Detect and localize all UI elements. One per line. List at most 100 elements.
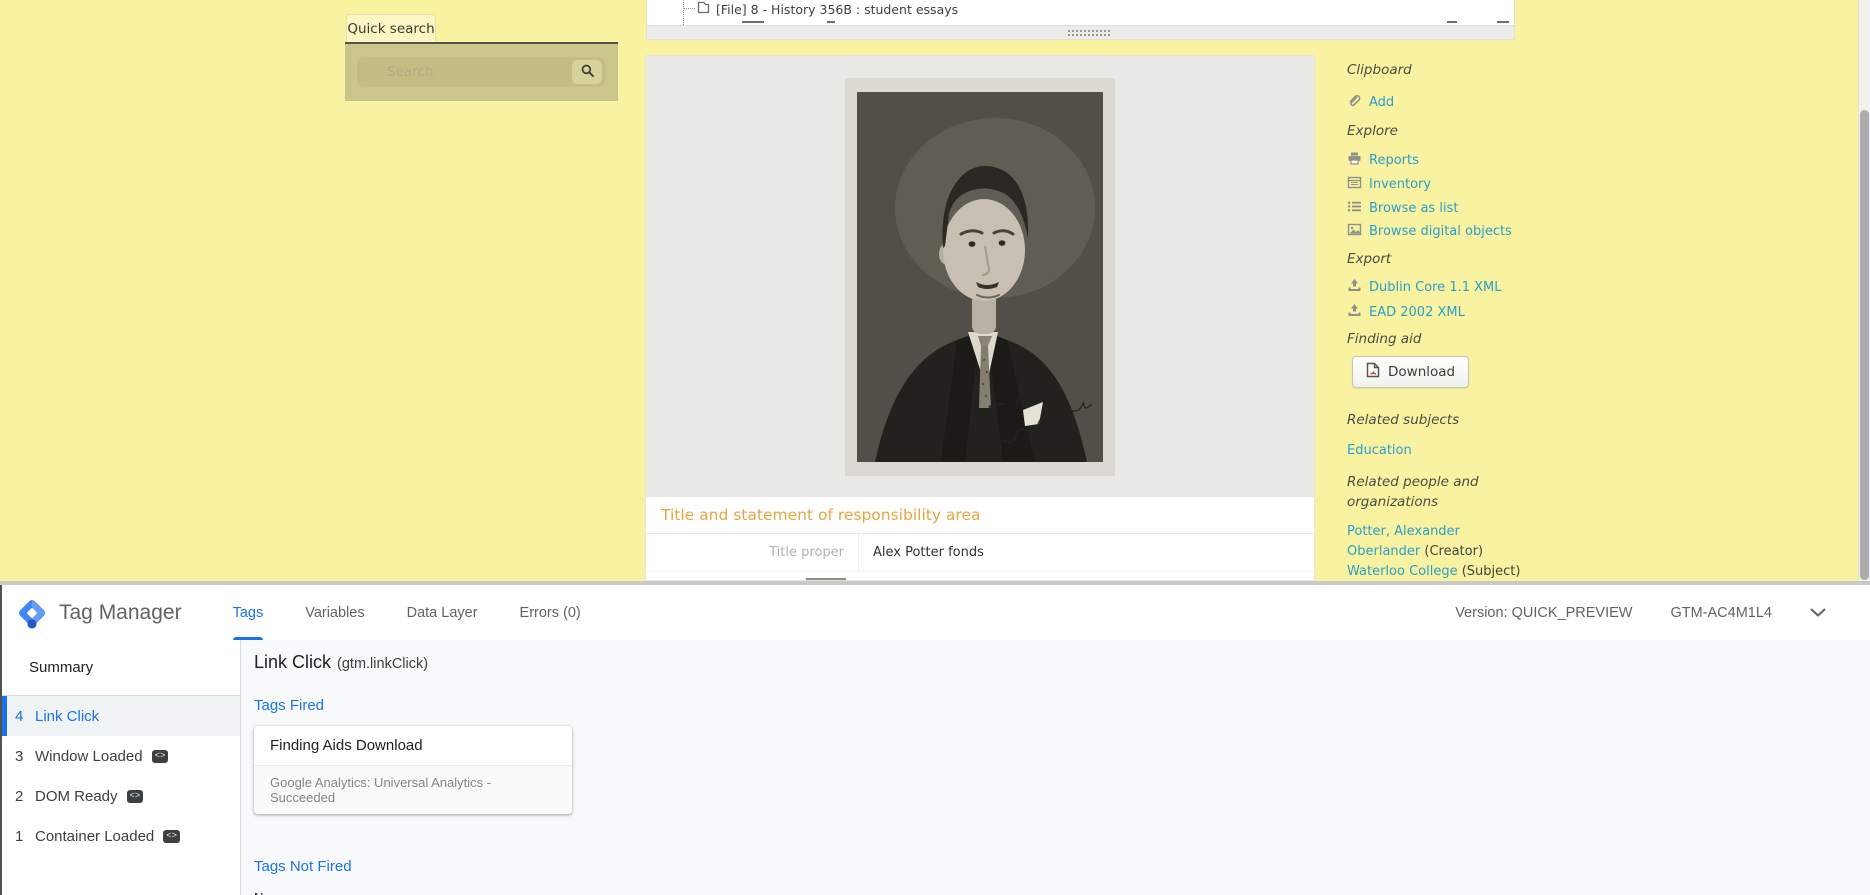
quick-search-tab[interactable]: Quick search bbox=[346, 14, 436, 42]
related-person-entry: Potter, Alexander Oberlander (Creator) bbox=[1347, 522, 1509, 561]
link-label: Browse digital objects bbox=[1369, 224, 1512, 239]
tab-errors[interactable]: Errors (0) bbox=[499, 585, 602, 640]
link-label: Inventory bbox=[1369, 177, 1432, 192]
tab-data-layer[interactable]: Data Layer bbox=[386, 585, 499, 640]
clipped-tree-row-fragment bbox=[1497, 21, 1509, 23]
tag-name: Finding Aids Download bbox=[270, 737, 423, 754]
explore-heading: Explore bbox=[1347, 123, 1398, 139]
digital-object-area bbox=[646, 56, 1314, 497]
field-label: Title proper bbox=[769, 545, 844, 560]
header-right-group: Version: QUICK_PREVIEW GTM-AC4M1L4 bbox=[1455, 605, 1870, 621]
atom-page: Quick search [File] 8 - History 356 bbox=[0, 0, 1870, 581]
version-label: Version: QUICK_PREVIEW bbox=[1455, 604, 1633, 621]
sidebar-event-window-loaded[interactable]: 3 Window Loaded <> bbox=[2, 736, 240, 776]
code-icon: <> bbox=[151, 749, 169, 763]
export-icon bbox=[1347, 303, 1362, 322]
event-label: Link Click bbox=[35, 707, 100, 725]
portrait-photo[interactable] bbox=[845, 78, 1115, 476]
org-role-suffix: (Subject) bbox=[1457, 564, 1521, 579]
tag-manager-panel: Tag Manager Tags Variables Data Layer Er… bbox=[0, 585, 1870, 895]
tree-connector-line bbox=[683, 0, 684, 27]
field-value: Alex Potter fonds bbox=[858, 534, 1314, 571]
event-number: 2 bbox=[15, 787, 24, 805]
tags-not-fired-heading: Tags Not Fired bbox=[254, 858, 352, 875]
link-label: Reports bbox=[1369, 153, 1419, 168]
tag-manager-title: Tag Manager bbox=[59, 600, 182, 624]
tag-manager-tabs: Tags Variables Data Layer Errors (0) bbox=[212, 585, 602, 640]
dublin-core-export-link[interactable]: Dublin Core 1.1 XML bbox=[1347, 278, 1502, 297]
list-icon bbox=[1347, 199, 1362, 218]
search-input-wrap bbox=[357, 57, 605, 87]
table-icon bbox=[1347, 175, 1362, 194]
event-timeline-sidebar: Summary 4 Link Click 3 Window Loaded <> … bbox=[2, 640, 241, 895]
section-heading-title-area[interactable]: Title and statement of responsibility ar… bbox=[661, 506, 981, 524]
file-icon bbox=[697, 1, 710, 17]
clipped-tree-row-fragment bbox=[827, 21, 835, 23]
link-label: Browse as list bbox=[1369, 201, 1459, 216]
sidebar-event-link-click[interactable]: 4 Link Click bbox=[2, 696, 240, 736]
clipped-tree-row-fragment bbox=[742, 21, 764, 23]
code-icon: <> bbox=[126, 789, 144, 803]
quick-search-panel bbox=[345, 44, 618, 101]
tag-type-status: Google Analytics: Universal Analytics - … bbox=[254, 765, 572, 814]
fired-tag-card[interactable]: Finding Aids Download Google Analytics: … bbox=[254, 726, 572, 814]
related-people-heading: Related people and organizations bbox=[1347, 474, 1479, 510]
browse-as-list-link[interactable]: Browse as list bbox=[1347, 199, 1458, 218]
browse-digital-objects-link[interactable]: Browse digital objects bbox=[1347, 222, 1512, 241]
tab-tags[interactable]: Tags bbox=[212, 585, 285, 640]
search-input[interactable] bbox=[357, 64, 572, 80]
event-number: 3 bbox=[15, 747, 24, 765]
related-subjects-heading: Related subjects bbox=[1347, 412, 1460, 428]
link-label: EAD 2002 XML bbox=[1369, 305, 1465, 320]
paperclip-icon bbox=[1347, 93, 1362, 112]
education-subject-link[interactable]: Education bbox=[1347, 443, 1412, 458]
ead-export-link[interactable]: EAD 2002 XML bbox=[1347, 303, 1465, 322]
chevron-down-icon[interactable] bbox=[1810, 608, 1826, 617]
code-icon: <> bbox=[163, 829, 181, 843]
tag-manager-header: Tag Manager Tags Variables Data Layer Er… bbox=[2, 585, 1870, 640]
event-subtitle: (gtm.linkClick) bbox=[337, 656, 429, 672]
link-label: Dublin Core 1.1 XML bbox=[1369, 280, 1502, 295]
search-button[interactable] bbox=[572, 60, 602, 84]
tree-item-label: [File] 8 - History 356B : student essays bbox=[716, 1, 959, 17]
person-role-suffix: (Creator) bbox=[1420, 543, 1484, 559]
finding-aid-download-button[interactable]: Download bbox=[1352, 356, 1470, 388]
sidebar-item-summary[interactable]: Summary bbox=[2, 640, 240, 696]
event-label: Container Loaded bbox=[35, 827, 155, 845]
event-title: Link Click bbox=[254, 652, 332, 672]
divider bbox=[646, 571, 1314, 572]
event-title-row: Link Click (gtm.linkClick) bbox=[254, 652, 1870, 673]
event-number: 1 bbox=[15, 827, 24, 845]
pdf-icon bbox=[1366, 362, 1380, 382]
container-id-label: GTM-AC4M1L4 bbox=[1670, 604, 1772, 621]
printer-icon bbox=[1347, 151, 1362, 170]
link-label: Education bbox=[1347, 443, 1412, 458]
image-icon bbox=[1347, 222, 1362, 241]
tree-item-file[interactable]: [File] 8 - History 356B : student essays bbox=[697, 1, 958, 17]
tab-variables[interactable]: Variables bbox=[284, 585, 385, 640]
link-label: Add bbox=[1369, 95, 1395, 110]
sidebar-event-container-loaded[interactable]: 1 Container Loaded <> bbox=[2, 816, 240, 856]
tag-manager-logo-icon bbox=[16, 597, 48, 629]
org-link[interactable]: Waterloo College bbox=[1347, 564, 1458, 579]
finding-aid-heading: Finding aid bbox=[1347, 331, 1422, 347]
reports-link[interactable]: Reports bbox=[1347, 151, 1419, 170]
event-detail-pane: Link Click (gtm.linkClick) Tags Fired Fin… bbox=[241, 640, 1870, 895]
quick-search-tab-label: Quick search bbox=[347, 20, 435, 37]
clipboard-add-link[interactable]: Add bbox=[1347, 93, 1394, 112]
related-org-entry: Waterloo College (Subject) bbox=[1347, 562, 1557, 581]
tree-horizontal-scrollbar[interactable] bbox=[647, 25, 1514, 39]
download-button-label: Download bbox=[1388, 364, 1456, 380]
none-label: None bbox=[254, 890, 1870, 895]
event-label: DOM Ready bbox=[35, 787, 118, 805]
treeview-panel: [File] 8 - History 356B : student essays bbox=[646, 0, 1515, 40]
search-icon bbox=[581, 64, 594, 80]
resize-grip-icon[interactable] bbox=[1067, 29, 1111, 38]
clipboard-heading: Clipboard bbox=[1347, 62, 1412, 78]
inventory-link[interactable]: Inventory bbox=[1347, 175, 1431, 194]
event-label: Window Loaded bbox=[35, 747, 143, 765]
tree-connector-line bbox=[684, 8, 695, 9]
page-scrollbar-thumb[interactable] bbox=[1860, 110, 1869, 580]
sidebar-event-dom-ready[interactable]: 2 DOM Ready <> bbox=[2, 776, 240, 816]
page-scrollbar[interactable] bbox=[1858, 0, 1870, 581]
